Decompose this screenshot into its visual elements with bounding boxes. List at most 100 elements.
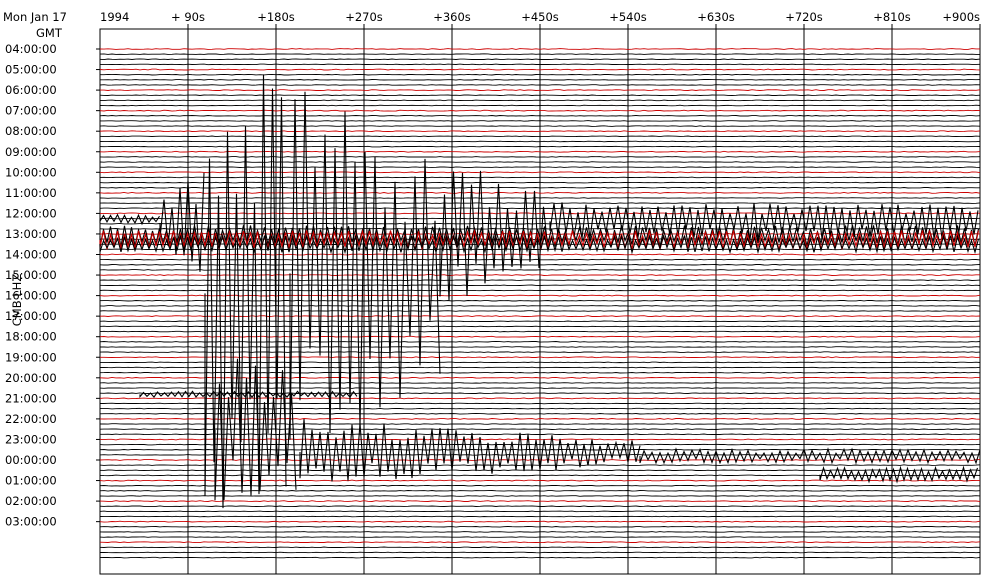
helicorder-chart: + 90s +180s +270s +360s +450s +540s +630s +720s… — [3, 10, 981, 575]
trace-line — [99, 104, 981, 107]
trace-line — [99, 202, 981, 204]
hour-label: 01:00:00 — [5, 474, 57, 488]
header-timezone: GMT — [36, 26, 63, 40]
trace-line — [100, 79, 981, 81]
trace-line — [99, 145, 981, 148]
hour-label: 12:00:00 — [5, 206, 57, 220]
trace-line-red — [99, 500, 981, 502]
trace-wiggle-21h — [139, 390, 358, 399]
time-gridlines — [187, 24, 981, 574]
trace-line — [99, 207, 981, 210]
trace-line — [99, 217, 981, 220]
trace-line — [100, 73, 981, 76]
x-tick-label: +810s — [873, 10, 911, 24]
hour-label: 21:00:00 — [5, 391, 57, 405]
trace-line — [99, 474, 981, 477]
trace-line — [99, 115, 981, 117]
trace-line — [99, 484, 981, 487]
trace-line — [99, 135, 981, 138]
hour-label: 05:00:00 — [5, 63, 57, 77]
trace-line — [99, 546, 981, 549]
trace-line — [99, 464, 981, 466]
hour-label: 13:00:00 — [5, 227, 57, 241]
trace-line — [99, 63, 981, 66]
hour-label: 06:00:00 — [5, 83, 57, 97]
x-tick-label: +360s — [433, 10, 471, 24]
trace-line — [99, 197, 981, 199]
trace-line — [99, 510, 981, 513]
x-tick-label: +900s — [942, 10, 980, 24]
event-trace-pre — [99, 213, 160, 226]
hour-label: 11:00:00 — [5, 186, 57, 200]
trace-line — [99, 515, 981, 518]
hour-label: 22:00:00 — [5, 412, 57, 426]
trace-line — [99, 99, 981, 102]
trace-line — [99, 279, 981, 281]
trace-line — [99, 366, 981, 369]
trace-line — [99, 269, 981, 271]
trace-line — [99, 556, 981, 559]
x-tick-label: + 90s — [171, 10, 205, 24]
trace-line — [99, 84, 981, 86]
hour-label: 07:00:00 — [5, 104, 57, 118]
x-tick-label: +630s — [697, 10, 735, 24]
event-trace-s — [289, 91, 441, 440]
trace-line — [99, 94, 981, 96]
trace-line — [99, 469, 981, 472]
trace-line-red — [99, 130, 981, 133]
trace-line — [99, 140, 981, 143]
trace-line — [99, 166, 981, 168]
trace-line — [99, 156, 981, 158]
trace-line-red — [99, 376, 980, 379]
trace-line — [99, 351, 981, 353]
aftershock-trace-d — [819, 465, 979, 484]
hour-label: 03:00:00 — [5, 515, 57, 529]
trace-line — [100, 186, 980, 189]
hour-label: 02:00:00 — [5, 494, 57, 508]
trace-line — [99, 284, 981, 287]
trace-line — [99, 330, 980, 333]
trace-line — [99, 58, 981, 61]
trace-line — [99, 495, 981, 497]
hour-label: 10:00:00 — [5, 165, 57, 179]
hour-label: 23:00:00 — [5, 432, 57, 446]
trace-line — [99, 382, 980, 384]
trace-line — [99, 264, 981, 266]
x-tick-label: +270s — [345, 10, 383, 24]
hour-label: 09:00:00 — [5, 145, 57, 159]
x-tick-label: +540s — [609, 10, 647, 24]
hour-label: 20:00:00 — [5, 371, 57, 385]
trace-line — [99, 454, 981, 456]
trace-line-red — [99, 335, 981, 338]
hour-label: 14:00:00 — [5, 248, 57, 262]
trace-line — [100, 361, 981, 364]
trace-line — [99, 310, 981, 312]
trace-line — [99, 125, 981, 127]
header-date: Mon Jan 17 — [3, 10, 67, 24]
trace-line — [99, 526, 981, 528]
trace-line — [99, 320, 981, 323]
hour-label: 04:00:00 — [5, 42, 57, 56]
hour-label: 00:00:00 — [5, 453, 57, 467]
trace-line — [100, 433, 981, 436]
hour-label: 08:00:00 — [5, 124, 57, 138]
trace-line — [99, 371, 981, 374]
x-tick-label: +720s — [785, 10, 823, 24]
trace-line — [99, 161, 981, 163]
trace-line — [99, 490, 981, 492]
trace-line — [99, 53, 980, 55]
x-tick-label: +450s — [521, 10, 559, 24]
trace-line — [99, 176, 980, 179]
x-tick-label: +180s — [257, 10, 295, 24]
aftershock-trace-c — [639, 447, 981, 465]
trace-line — [99, 536, 981, 538]
header-year: 1994 — [100, 10, 129, 24]
x-tick-labels: + 90s +180s +270s +360s +450s +540s +630s +720s… — [171, 10, 980, 24]
trace-line — [99, 531, 981, 533]
hour-label: 19:00:00 — [5, 350, 57, 364]
trace-line — [99, 428, 980, 430]
trace-line-red — [99, 150, 981, 153]
trace-line — [99, 289, 981, 292]
trace-line — [99, 325, 981, 328]
trace-line-red — [100, 212, 981, 215]
